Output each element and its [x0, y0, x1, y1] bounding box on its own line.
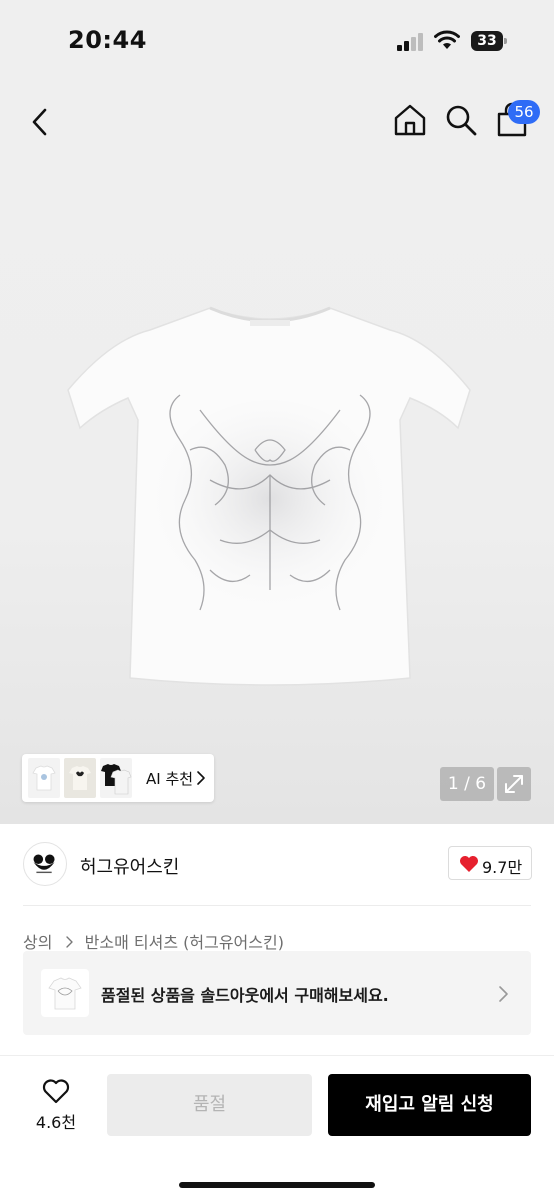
thumbnail-2[interactable] — [64, 758, 96, 798]
wishlist-button[interactable]: 4.6천 — [22, 1074, 90, 1140]
status-bar: 20:44 33 — [0, 0, 554, 84]
ai-recommend-label[interactable]: AI 추천 — [146, 768, 193, 789]
expand-button[interactable] — [497, 767, 531, 801]
wishlist-count: 4.6천 — [35, 1113, 77, 1132]
battery-cap — [504, 38, 507, 44]
status-time: 20:44 — [68, 26, 147, 54]
thumbnail-3-image — [101, 764, 132, 795]
thumbnail-1-image — [32, 765, 56, 791]
soldout-button: 품절 — [107, 1074, 312, 1136]
heart-outline-icon — [42, 1079, 70, 1104]
soldout-banner-message: 품절된 상품을 솔드아웃에서 구매해보세요. — [101, 986, 389, 1005]
restock-alert-button[interactable]: 재입고 알림 신청 — [328, 1074, 531, 1136]
related-thumbnails[interactable]: AI 추천 — [22, 754, 214, 802]
brand-like-count: 9.7만 — [482, 858, 523, 877]
expand-icon — [505, 775, 523, 793]
product-image — [67, 306, 471, 686]
brand-logo[interactable] — [23, 842, 67, 886]
thumbnail-2-image — [69, 766, 91, 790]
breadcrumb-subcategory[interactable]: 반소매 티셔츠 (허그유어스킨) — [85, 933, 284, 952]
chevron-left-icon[interactable] — [24, 104, 56, 140]
banner-product-thumbnail — [41, 969, 89, 1017]
cart-count-badge: 56 — [508, 100, 540, 124]
brand-name[interactable]: 허그유어스킨 — [80, 853, 179, 879]
thumbnail-1[interactable] — [28, 758, 60, 798]
battery-level: 33 — [471, 31, 503, 51]
heart-filled-icon — [460, 856, 478, 872]
search-icon[interactable] — [444, 102, 478, 138]
top-navigation — [0, 84, 554, 160]
divider — [23, 905, 531, 906]
image-page-indicator: 1 / 6 — [440, 767, 494, 801]
brand-logo-icon — [33, 854, 55, 874]
bottom-action-bar: 4.6천 품절 재입고 알림 신청 — [0, 1055, 554, 1200]
home-indicator[interactable] — [179, 1182, 375, 1188]
banner-product-image — [48, 977, 82, 1010]
battery-icon: 33 — [471, 31, 507, 51]
breadcrumb: 상의 반소매 티셔츠 (허그유어스킨) — [23, 929, 284, 953]
chevron-right-icon — [65, 936, 73, 948]
breadcrumb-category[interactable]: 상의 — [23, 933, 52, 952]
wifi-icon — [434, 30, 460, 49]
product-image-gallery[interactable]: AI 추천 1 / 6 — [0, 160, 554, 824]
brand-like-button[interactable]: 9.7만 — [448, 846, 532, 880]
soldout-banner[interactable]: 품절된 상품을 솔드아웃에서 구매해보세요. — [23, 951, 531, 1035]
home-icon[interactable] — [392, 102, 428, 138]
chevron-right-icon — [197, 771, 205, 785]
chevron-right-icon — [499, 986, 508, 1002]
thumbnail-3[interactable] — [100, 758, 132, 798]
signal-icon — [397, 33, 423, 51]
